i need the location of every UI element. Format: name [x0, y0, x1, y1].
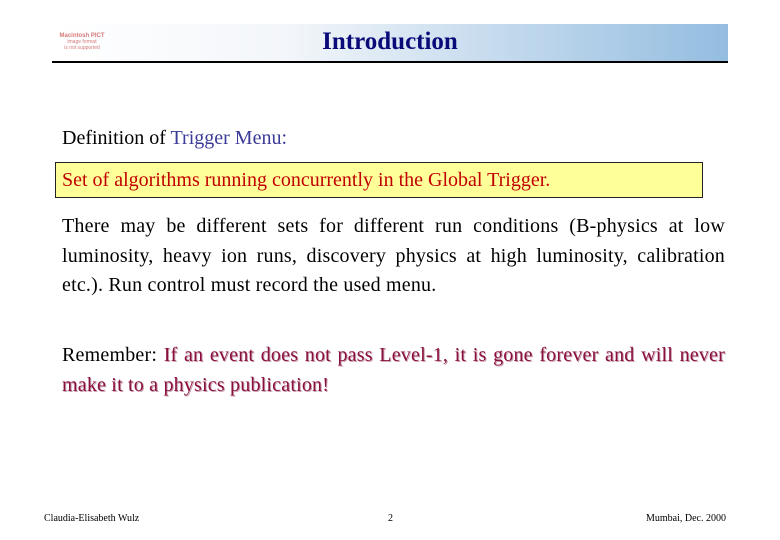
footer-venue-date: Mumbai, Dec. 2000: [646, 513, 726, 524]
remember-label: Remember:: [62, 344, 164, 366]
footer-author: Claudia-Elisabeth Wulz: [44, 513, 140, 524]
slide-title: Introduction: [322, 28, 458, 55]
pict-placeholder-image: Macintosh PICT image format is not suppo…: [52, 33, 112, 51]
definition-term: Trigger Menu:: [170, 127, 287, 149]
remember-note: Remember: If an event does not pass Leve…: [62, 341, 725, 400]
pict-placeholder-line3: is not supported: [64, 45, 100, 51]
header-divider: [52, 61, 728, 63]
footer-page-number: 2: [388, 513, 393, 524]
definition-prefix: Definition of: [62, 127, 171, 149]
definition-heading: Definition of Trigger Menu:: [62, 127, 287, 150]
definition-box-text: Set of algorithms running concurrently i…: [62, 169, 551, 191]
definition-box: Set of algorithms running concurrently i…: [55, 162, 703, 198]
body-paragraph: There may be different sets for differen…: [62, 215, 725, 296]
